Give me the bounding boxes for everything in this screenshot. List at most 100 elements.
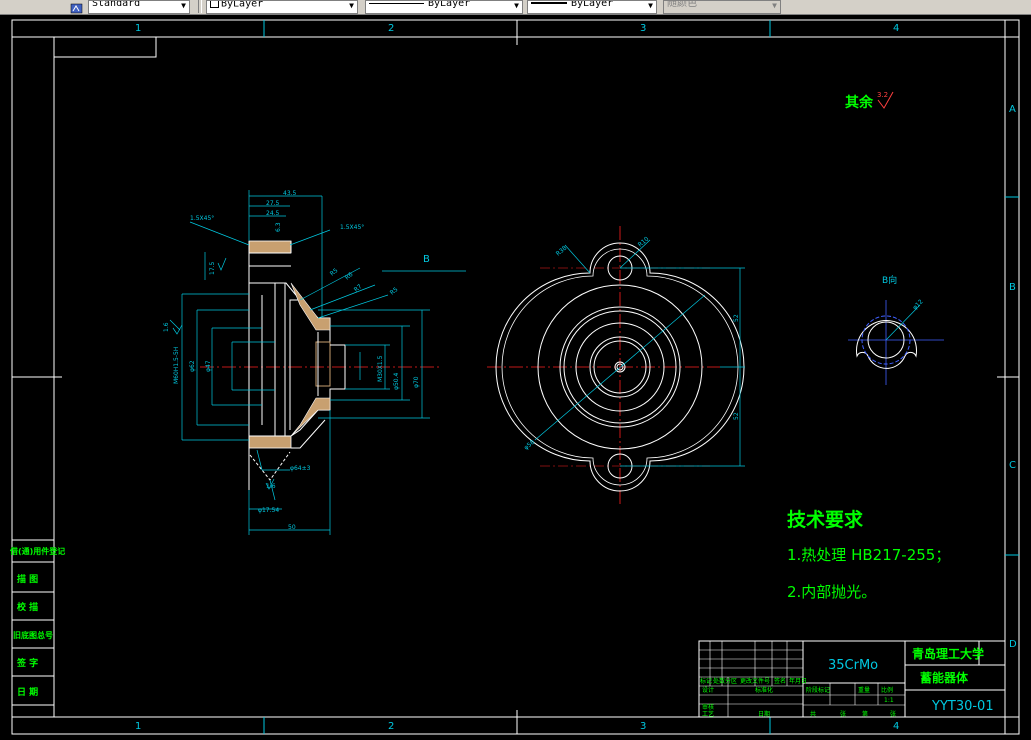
- zone-bottom-3: 3: [640, 721, 646, 732]
- zone-right-d: D: [1009, 639, 1017, 650]
- tb-cell-sign: 签名: [774, 677, 786, 685]
- section-view: 1.5X45° 1.5X45° 43.5 27.5 24.5 6.3 M60H1…: [163, 190, 466, 535]
- b-view-title: B向: [882, 274, 897, 286]
- tb-cell-sheet-2: 张: [890, 710, 896, 718]
- dim-r6: R6: [344, 271, 355, 282]
- chevron-down-icon: ▼: [648, 1, 653, 10]
- tb-cell-standard: 标准化: [755, 686, 773, 694]
- tb-drawing-number: YYT30-01: [931, 699, 994, 714]
- tech-req-item-1: 1.热处理 HB217-255；: [787, 546, 950, 564]
- tech-req-item-2: 2.内部抛光。: [787, 583, 876, 601]
- plot-style-value: 随颜色: [667, 0, 697, 9]
- tb-cell-review: 审核: [702, 703, 714, 711]
- tb-cell-weight: 重量: [858, 686, 870, 694]
- dim-52-top: 52: [733, 314, 740, 322]
- tb-part-name: 蓄能器体: [920, 670, 969, 685]
- dim-phi64: φ64±3: [290, 465, 311, 472]
- tb-cell-no: 第: [862, 710, 868, 718]
- text-style-value: Standard: [92, 0, 141, 9]
- side-table-row-1: 借(通)用件登记: [9, 546, 65, 556]
- tb-cell-process: 工艺: [702, 710, 714, 718]
- title-block: 标记 处数 分区 更改文件号 签名 年月日 设计 标准化 阶段标记 重量 比例 …: [698, 640, 1006, 718]
- tb-cell-zone: 分区: [725, 677, 737, 685]
- chevron-down-icon: ▼: [514, 1, 519, 10]
- zone-labels: 1 2 3 4 1 2 3 4 A B C D: [135, 23, 1017, 732]
- drawing-border: [11, 19, 1020, 735]
- tb-cell-count: 处数: [713, 677, 725, 685]
- drawing-canvas[interactable]: 1 2 3 4 1 2 3 4 A B C D 其余 3.2 1.5X45° 1…: [0, 14, 1031, 740]
- layer-color-value: ByLayer: [221, 0, 264, 10]
- tb-cell-date: 年月日: [789, 677, 807, 685]
- layer-color-content: ByLayer: [210, 0, 264, 10]
- surface-note-value: 3.2: [877, 91, 888, 99]
- linetype-value: ByLayer: [428, 0, 471, 9]
- tb-material: 35CrMo: [828, 658, 878, 673]
- chevron-down-icon: ▼: [349, 1, 354, 10]
- dim-r7: R7: [353, 283, 364, 294]
- layer-color-dropdown[interactable]: ByLayer ▼: [206, 0, 358, 14]
- tb-school: 青岛理工大学: [912, 646, 984, 661]
- dim-phi58: φ58: [523, 439, 537, 452]
- surface-roughness-note: 其余 3.2: [845, 91, 894, 111]
- front-view: 52 52 φ58 R10 R38: [487, 226, 745, 505]
- tb-cell-design: 设计: [702, 686, 714, 694]
- dim-m30: M30X1.5: [377, 355, 384, 382]
- dim-roughness-2: 1.6: [266, 483, 276, 490]
- toolbar-separator: [198, 0, 202, 13]
- dim-chamfer-2: 1.5X45°: [340, 224, 364, 231]
- lineweight-content: ByLayer: [531, 0, 614, 9]
- zone-top-3: 3: [640, 23, 646, 34]
- dim-chamfer-1: 1.5X45°: [190, 215, 214, 222]
- side-table-row-6: 日 期: [17, 686, 38, 698]
- dim-r5-a: R5: [329, 267, 340, 278]
- zone-top-2: 2: [388, 23, 394, 34]
- view-b-indicator: B: [423, 254, 430, 265]
- zone-bottom-1: 1: [135, 721, 141, 732]
- dim-6-3: 6.3: [275, 222, 282, 232]
- zone-right-c: C: [1009, 460, 1016, 471]
- side-table: 借(通)用件登记 描 图 校 描 旧底图总号 签 字 日 期: [9, 539, 65, 718]
- dim-50: 50: [288, 524, 296, 531]
- side-table-row-3: 校 描: [17, 601, 38, 613]
- dim-43-5: 43.5: [283, 190, 297, 197]
- zone-top-4: 4: [893, 23, 899, 34]
- text-style-dropdown[interactable]: Standard ▼: [88, 0, 190, 14]
- dim-r10: R10: [637, 235, 651, 248]
- side-table-row-4: 旧底图总号: [13, 630, 53, 640]
- dim-phi17-5: 17.5: [209, 261, 216, 275]
- lineweight-sample-icon: [531, 2, 567, 4]
- lineweight-dropdown[interactable]: ByLayer ▼: [527, 0, 657, 14]
- tb-cell-mark: 标记: [700, 677, 712, 685]
- dim-phi70: φ70: [413, 376, 420, 388]
- tb-cell-change-doc: 更改文件号: [740, 677, 770, 685]
- b-view: B向 φ12: [848, 274, 944, 385]
- tb-cell-sheet: 张: [840, 710, 846, 718]
- properties-toolbar: Standard ▼ ByLayer ▼ ByLayer ▼ ByLayer ▼…: [0, 0, 1031, 15]
- chevron-down-icon: ▼: [181, 1, 186, 10]
- zone-bottom-2: 2: [388, 721, 394, 732]
- zone-top-1: 1: [135, 23, 141, 34]
- text-style-icon[interactable]: [70, 0, 84, 14]
- dim-phi62: φ62: [189, 360, 196, 372]
- dim-phi50-4: φ50.4: [393, 373, 400, 391]
- dim-phi47: φ47: [205, 360, 212, 372]
- tb-cell-stage: 阶段标记: [806, 686, 830, 694]
- surface-note-text: 其余: [845, 94, 874, 111]
- plot-style-dropdown: 随颜色 ▼: [663, 0, 781, 14]
- linetype-dropdown[interactable]: ByLayer ▼: [365, 0, 523, 14]
- dim-27-5: 27.5: [266, 200, 280, 207]
- tb-scale-value: 1:1: [884, 697, 894, 704]
- tb-cell-scale: 比例: [881, 686, 893, 694]
- side-table-row-2: 描 图: [17, 573, 38, 585]
- dim-24-5: 24.5: [266, 210, 280, 217]
- lineweight-value: ByLayer: [571, 0, 614, 9]
- dim-roughness-1: 1.6: [163, 322, 170, 332]
- tb-cell-total: 共: [810, 710, 816, 718]
- dim-r5-b: R5: [389, 286, 400, 297]
- zone-right-a: A: [1009, 104, 1016, 115]
- dim-52-bottom: 52: [733, 412, 740, 420]
- zone-bottom-4: 4: [893, 721, 899, 732]
- chevron-down-icon: ▼: [772, 1, 777, 10]
- dim-phi12: φ12: [911, 298, 924, 311]
- color-swatch-icon: [210, 1, 219, 8]
